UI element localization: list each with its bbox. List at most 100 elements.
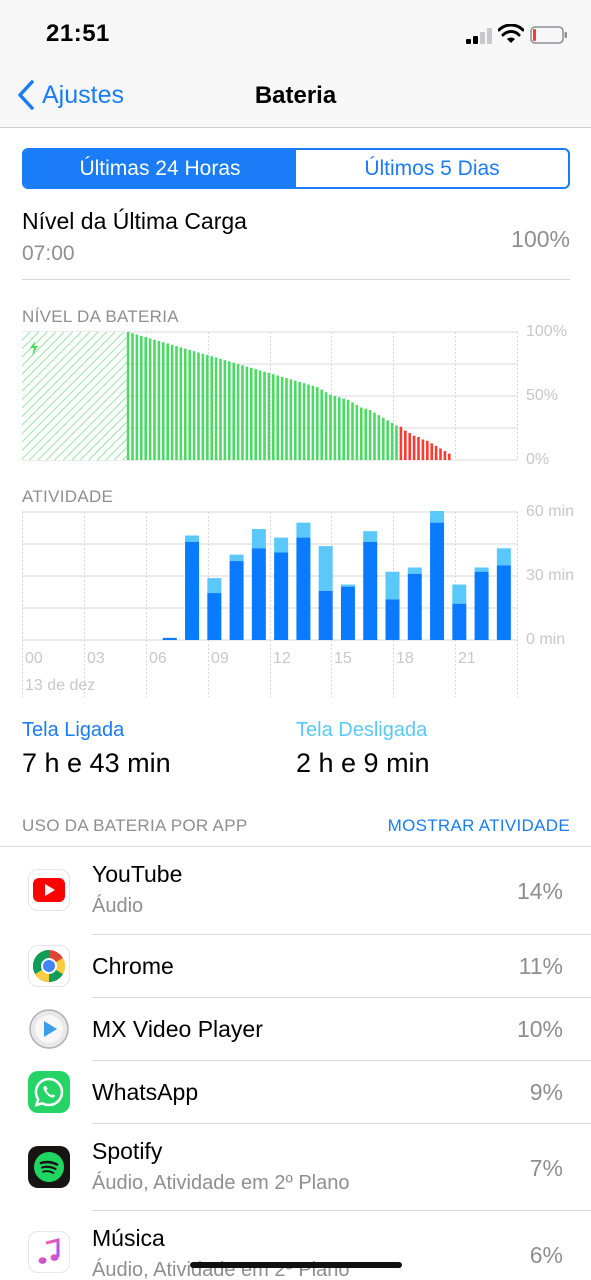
battery-level-bar [360,407,363,460]
battery-level-bar [140,335,143,460]
activity-bar-screen-on [407,573,422,640]
app-row-mx-video-player[interactable]: MX Video Player 10% [0,998,591,1061]
activity-bar-screen-on [251,548,266,640]
app-row-chrome[interactable]: Chrome 11% [0,935,591,998]
battery-level-bar [316,387,319,460]
app-row-whatsapp[interactable]: WhatsApp 9% [0,1061,591,1124]
battery-level-bar [197,352,200,460]
battery-level-bar [148,338,152,460]
status-time: 21:51 [46,20,110,47]
cellular-signal-icon [466,28,492,44]
activity-bar-screen-off [430,511,445,523]
battery-level-bar [404,430,407,460]
battery-level-bar [408,433,411,460]
activity-bar-screen-on [452,603,467,640]
show-activity-button[interactable]: MOSTRAR ATIVIDADE [388,816,570,836]
battery-level-bar [166,343,169,460]
app-percent: 9% [529,1079,563,1105]
battery-level-bar [214,357,218,460]
segment-last-24-hours[interactable]: Últimas 24 Horas [24,150,296,187]
status-bar: 21:51 [0,0,591,70]
segment-last-5-days[interactable]: Últimos 5 Dias [296,150,568,187]
activity-bar-screen-on [363,541,378,640]
battery-level-bar [373,412,376,460]
home-indicator[interactable] [190,1262,402,1268]
app-name: WhatsApp [92,1079,199,1105]
battery-level-bar [386,420,389,460]
battery-level-bar [342,398,345,460]
activity-bar-screen-on [229,561,244,640]
app-name: Música [92,1225,165,1251]
battery-level-bar [184,348,187,460]
battery-level-bar [267,372,271,460]
activity-bar-screen-on [496,565,511,640]
app-row-body: Música Áudio, Atividade em 2º Plano 6% [92,1211,591,1280]
app-row-youtube[interactable]: YouTube Áudio 14% [0,847,591,935]
activity-bar-screen-on [185,541,200,640]
battery-level-bar [412,435,416,460]
battery-level-bar [364,408,367,460]
app-name: Chrome [92,953,174,979]
nav-bar: Ajustes Bateria [0,70,591,128]
battery-level-bar [307,384,310,460]
battery-level-bar [245,366,249,460]
battery-icon [530,26,567,44]
app-subtitle: Áudio, Atividade em 2º Plano [92,1172,350,1194]
mx-player-icon [28,1008,70,1050]
battery-level-bar [448,453,451,460]
battery-tick-0: 0% [526,451,550,468]
battery-level-bar [276,375,279,460]
battery-level-bar [206,355,209,460]
wifi-icon [498,24,524,43]
battery-level-bar [258,370,262,460]
app-name: YouTube [92,861,183,887]
app-percent: 14% [516,878,563,904]
battery-level-bar [324,392,328,460]
battery-level-bar [426,440,429,460]
activity-bar-screen-on [296,537,311,640]
battery-level-bar [390,422,394,460]
battery-level-bar [294,380,297,460]
activity-x-tick: 15 [334,650,352,667]
battery-level-bar [272,374,275,460]
activity-bar-screen-off [474,567,489,572]
app-row-body: Chrome 11% [92,935,591,998]
activity-x-tick: 21 [458,650,476,667]
app-percent: 6% [529,1242,563,1268]
battery-level-bar [126,332,130,460]
activity-tick-30: 30 min [526,567,575,584]
activity-bar-screen-off [207,578,222,594]
activity-bar-screen-on [207,593,222,640]
app-row-musica[interactable]: Música Áudio, Atividade em 2º Plano 6% [0,1211,591,1280]
activity-bar-screen-off [318,546,333,591]
battery-level-bar [443,451,447,460]
battery-level-bar [377,415,381,460]
battery-level-bar [135,334,139,460]
battery-level-bar [144,337,147,460]
activity-bar-screen-off [251,529,266,549]
battery-level-bar [355,404,359,460]
activity-x-tick: 18 [396,650,414,667]
battery-level-bar [285,378,288,460]
battery-tick-100: 100% [526,323,567,340]
battery-level-bar [333,396,337,460]
app-name: MX Video Player [92,1016,263,1042]
page-title: Bateria [254,82,337,109]
battery-level-bar [399,426,403,460]
activity-bar-screen-on [318,590,333,640]
activity-x-tick: 00 [25,650,43,667]
activity-x-tick: 03 [87,650,105,667]
screen-off-value: 2 h e 9 min [296,748,430,778]
spotify-icon [28,1146,70,1188]
activity-x-tick: 06 [149,650,167,667]
battery-level-bar [236,364,240,460]
battery-level-bar [280,376,284,460]
battery-level-bar [162,342,165,460]
battery-level-bar [250,367,253,460]
activity-chart: 00 03 06 09 12 15 18 21 13 de dez [22,511,518,697]
activity-date-label: 13 de dez [25,677,95,694]
activity-x-tick: 12 [273,650,291,667]
battery-level-bar [311,385,315,460]
app-row-spotify[interactable]: Spotify Áudio, Atividade em 2º Plano 7% [0,1124,591,1211]
activity-bar-screen-off [452,584,467,604]
